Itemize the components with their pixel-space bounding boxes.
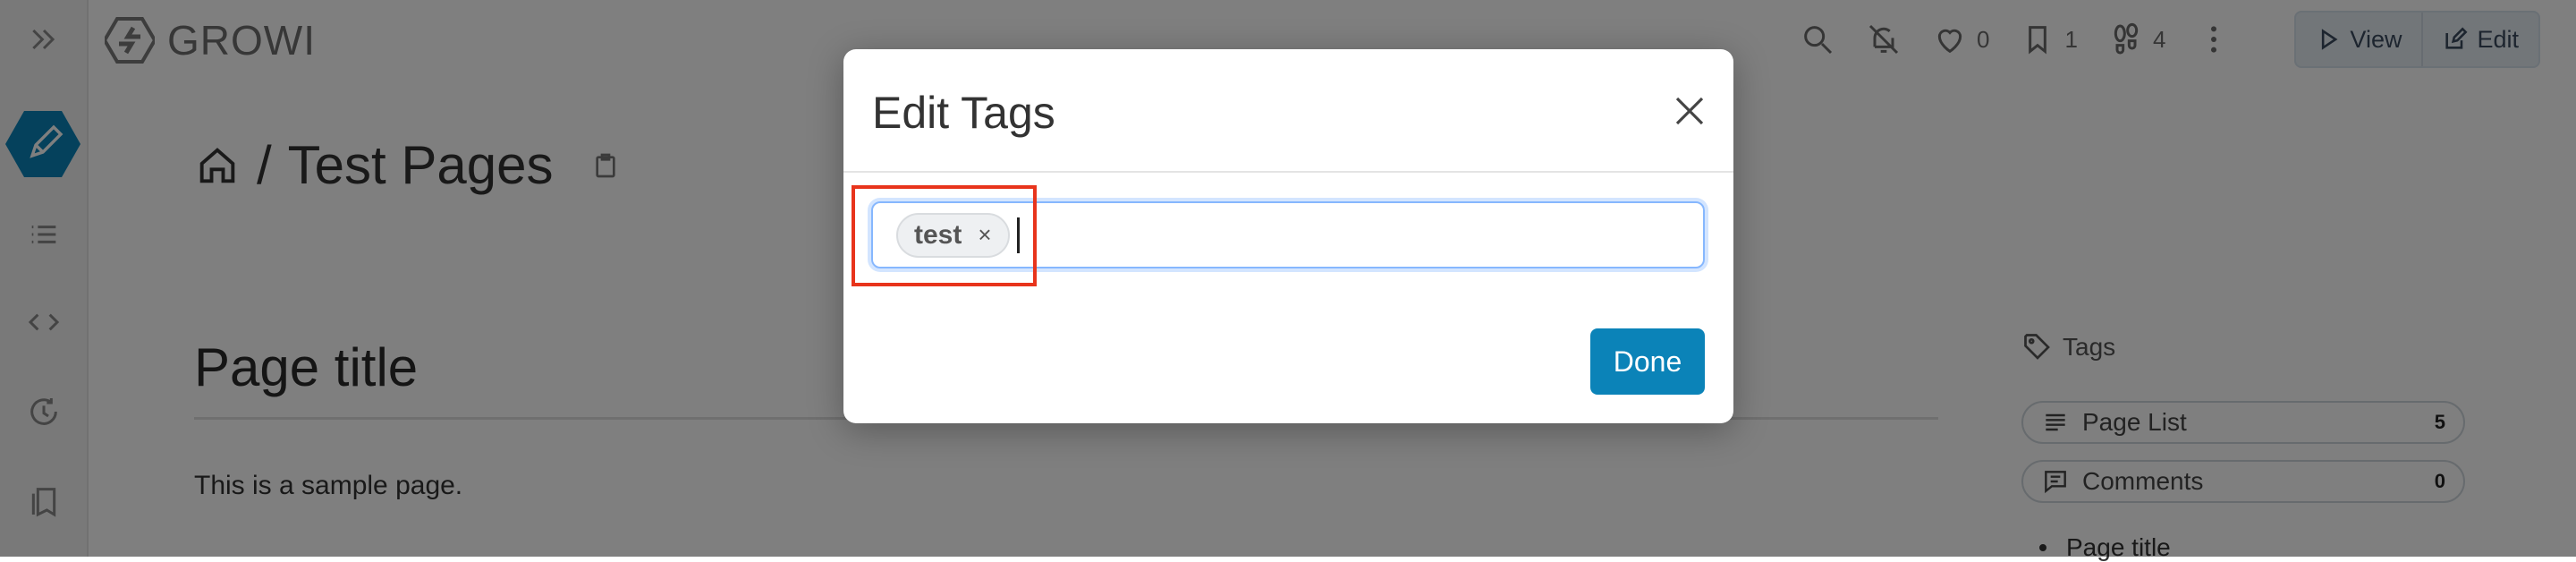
modal-header: Edit Tags [843,49,1733,173]
close-modal-button[interactable] [1665,87,1714,135]
tag-remove-button[interactable]: × [978,221,991,249]
done-button[interactable]: Done [1590,328,1705,395]
tag-chip-label: test [914,219,962,250]
edit-tags-modal: Edit Tags test × Done [843,49,1733,423]
tag-chip: test × [896,212,1010,258]
tags-input[interactable]: test × [871,201,1705,268]
modal-title: Edit Tags [872,88,1055,138]
close-icon [1675,97,1704,125]
text-caret [1016,217,1020,253]
